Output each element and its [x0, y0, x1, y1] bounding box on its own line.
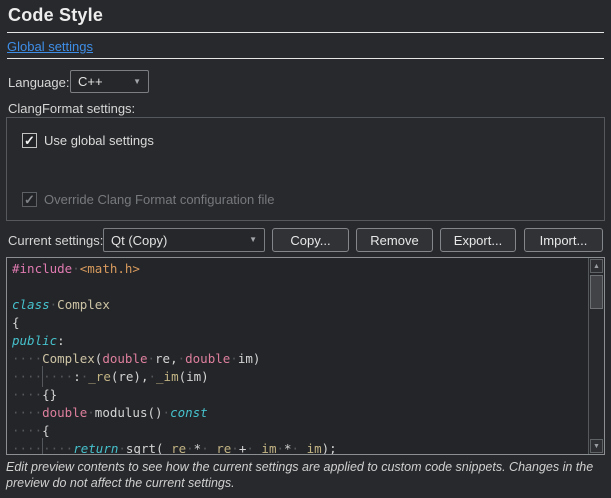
- override-config-label: Override Clang Format configuration file: [44, 192, 275, 207]
- triangle-up-icon: ▲: [593, 263, 600, 270]
- chevron-down-icon: ▼: [133, 78, 141, 86]
- code-line: ········return·sqrt(_re·*·_re·+·_im·*·_i…: [12, 440, 588, 455]
- code-line: {: [12, 314, 588, 332]
- code-line: class·Complex: [12, 296, 588, 314]
- current-settings-value: Qt (Copy): [111, 233, 167, 248]
- divider-under-link: [7, 58, 604, 59]
- override-config-row: ✓ Override Clang Format configuration fi…: [22, 192, 275, 207]
- code-line: ····double·modulus()·const: [12, 404, 588, 422]
- use-global-settings-row[interactable]: ✓ Use global settings: [22, 133, 154, 148]
- scroll-up-button[interactable]: ▲: [590, 259, 603, 273]
- language-dropdown[interactable]: C++ ▼: [70, 70, 149, 93]
- code-line: public:: [12, 332, 588, 350]
- language-dropdown-value: C++: [78, 74, 103, 89]
- divider-top: [7, 32, 604, 33]
- code-line: #include·<math.h>: [12, 260, 588, 278]
- code-line: ····{: [12, 422, 588, 440]
- code-line: [12, 278, 588, 296]
- override-config-checkbox: ✓: [22, 192, 37, 207]
- code-line: ····Complex(double·re,·double·im): [12, 350, 588, 368]
- remove-button[interactable]: Remove: [356, 228, 433, 252]
- use-global-settings-label: Use global settings: [44, 133, 154, 148]
- vertical-scrollbar[interactable]: ▲ ▼: [588, 258, 604, 454]
- code-preview-editor[interactable]: #include·<math.h> class·Complex{public:·…: [6, 257, 605, 455]
- current-settings-label: Current settings:: [8, 233, 103, 248]
- preview-help-text: Edit preview contents to see how the cur…: [6, 459, 607, 491]
- clangformat-settings-label: ClangFormat settings:: [8, 101, 135, 116]
- check-icon: ✓: [24, 193, 35, 206]
- code-style-settings-page: Code Style Global settings Language: C++…: [0, 0, 611, 498]
- language-label: Language:: [8, 75, 69, 90]
- clangformat-groupbox: ✓ Use global settings Indenting only ▼ ✓…: [6, 117, 605, 221]
- triangle-down-icon: ▼: [593, 443, 600, 450]
- code-line: ····{}: [12, 386, 588, 404]
- code-lines[interactable]: #include·<math.h> class·Complex{public:·…: [7, 260, 588, 455]
- chevron-down-icon: ▼: [249, 236, 257, 244]
- page-title: Code Style: [8, 5, 103, 26]
- scrollbar-thumb[interactable]: [590, 275, 603, 309]
- code-line: ········:·_re(re),·_im(im): [12, 368, 588, 386]
- scroll-down-button[interactable]: ▼: [590, 439, 603, 453]
- check-icon: ✓: [24, 134, 35, 147]
- use-global-settings-checkbox[interactable]: ✓: [22, 133, 37, 148]
- current-settings-dropdown[interactable]: Qt (Copy) ▼: [103, 228, 265, 252]
- global-settings-link[interactable]: Global settings: [7, 39, 93, 54]
- export-button[interactable]: Export...: [440, 228, 516, 252]
- copy-button[interactable]: Copy...: [272, 228, 349, 252]
- import-button[interactable]: Import...: [524, 228, 603, 252]
